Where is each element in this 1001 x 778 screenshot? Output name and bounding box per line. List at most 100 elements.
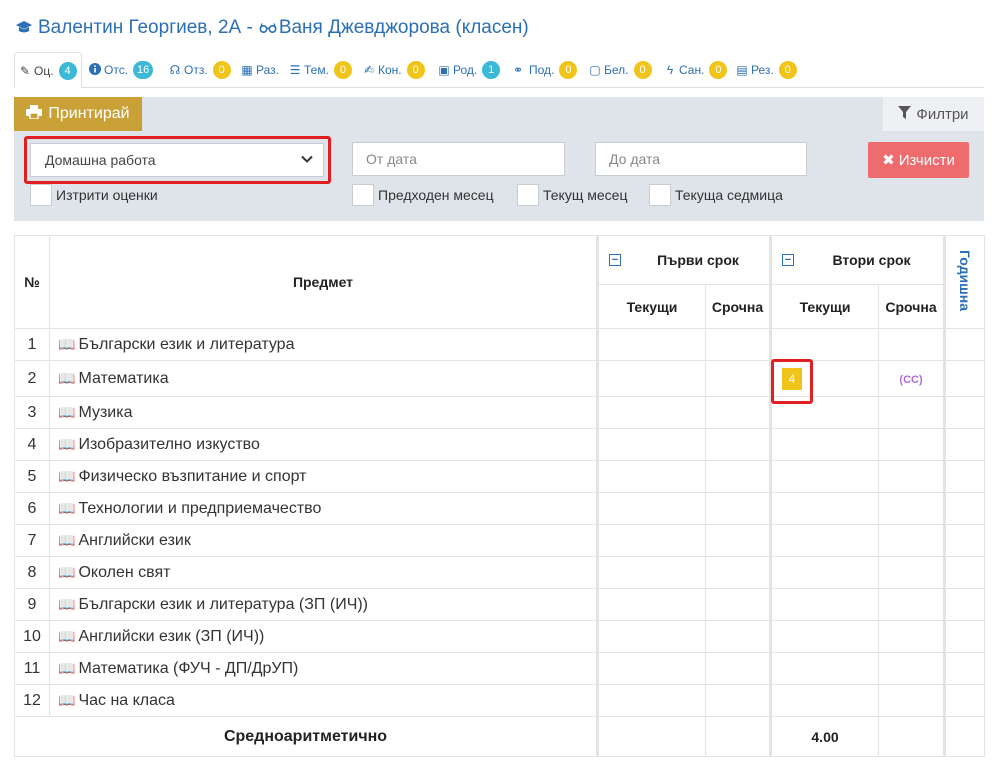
subject-name: Физическо възпитание и спорт: [78, 467, 307, 485]
table-row: 1 📖 Български език и литература: [14, 328, 986, 361]
tab-results[interactable]: ▤ Рез. 0: [736, 52, 797, 88]
term2-current-header: Текущи: [769, 284, 880, 329]
term1-final-header: Срочна: [704, 284, 772, 329]
subject-name: Български език и литература (ЗП (ИЧ)): [78, 595, 369, 613]
final-grade-status: (СС): [899, 373, 923, 386]
column-header-subject: Предмет: [49, 235, 598, 329]
checkbox[interactable]: [352, 184, 374, 206]
book-icon: 📖: [58, 369, 76, 386]
book-icon: 📖: [58, 435, 76, 452]
tab-badge: 0: [333, 61, 352, 79]
tab-badge: 0: [778, 61, 797, 79]
checkbox[interactable]: [517, 184, 539, 206]
term1-current-header: Текущи: [596, 284, 706, 329]
table-row: 7 📖 Английски език: [14, 524, 986, 557]
checkbox[interactable]: [30, 184, 52, 206]
tab-badge: 0: [559, 61, 578, 79]
grades-table: № Предмет − Първи срок − Втори срок Годи…: [14, 235, 986, 757]
subject-name: Изобразително изкуство: [78, 435, 260, 453]
edit-icon: ✍: [363, 63, 375, 77]
average-label: Средноаритметично: [14, 716, 598, 757]
subject-name: Английски език (ЗП (ИЧ)): [78, 627, 265, 645]
table-row: 2 📖 Математика 4 (СС): [14, 360, 986, 397]
tab-exams[interactable]: ✍ Кон. 0: [363, 52, 425, 88]
graduate-icon: [14, 18, 34, 38]
tab-badge: 0: [212, 61, 231, 79]
subject-name: Математика: [78, 369, 169, 387]
clear-button[interactable]: ✖ Изчисти: [868, 142, 969, 178]
deleted-grades-checkbox[interactable]: Изтрити оценки: [30, 184, 158, 206]
table-icon: ▦: [241, 63, 253, 77]
book-icon: 📖: [58, 595, 76, 612]
student-name: Валентин Георгиев, 2А -: [38, 17, 253, 38]
collapse-icon[interactable]: −: [609, 254, 621, 266]
tab-badge: 0: [633, 61, 652, 79]
tab-absences[interactable]: Отс. 16: [89, 52, 154, 88]
tab-bar: ✎ Оц. 4 Отс. 16 ☊ Отз. 0 ▦ Раз. ☰ Тем. 0…: [14, 52, 984, 89]
table-row: 11 📖 Математика (ФУЧ - ДП/ДрУП): [14, 652, 986, 685]
tab-notes[interactable]: ▢ Бел. 0: [589, 52, 652, 88]
filter-icon: [898, 105, 912, 123]
table-row: 8 📖 Околен свят: [14, 556, 986, 589]
average-row: Средноаритметично 4.00: [14, 716, 986, 757]
book-icon: 📖: [58, 335, 76, 352]
tab-schedule[interactable]: ▦ Раз.: [241, 52, 279, 88]
tab-parents[interactable]: ▣ Род. 1: [438, 52, 501, 88]
list-icon: ☰: [289, 63, 301, 77]
subject-name: Технологии и предприемачество: [78, 499, 322, 517]
table-row: 4 📖 Изобразително изкуство: [14, 428, 986, 461]
tab-sanctions[interactable]: ϟ Сан. 0: [664, 52, 728, 88]
filter-panel: Принтирай Филтри Домашна работа От дата …: [14, 97, 984, 221]
current-month-checkbox[interactable]: Текущ месец: [517, 184, 627, 206]
book-icon: 📖: [58, 563, 76, 580]
table-row: 6 📖 Технологии и предприемачество: [14, 492, 986, 525]
subject-name: Български език и литература: [78, 335, 295, 353]
term2-final-header: Срочна: [878, 284, 946, 329]
book-icon: 📖: [58, 691, 76, 708]
tab-topics[interactable]: ☰ Тем. 0: [289, 52, 352, 88]
current-week-checkbox[interactable]: Текуща седмица: [649, 184, 783, 206]
collapse-icon[interactable]: −: [782, 254, 795, 266]
book-icon: 📖: [58, 659, 76, 676]
table-row: 9 📖 Български език и литература (ЗП (ИЧ)): [14, 588, 986, 621]
term2-header: − Втори срок: [769, 235, 946, 285]
book-icon: 📖: [58, 499, 76, 516]
class-teacher[interactable]: Ваня Джевджорова (класен): [279, 17, 529, 39]
info-icon: [89, 62, 101, 78]
tab-badge: 0: [406, 61, 425, 79]
filters-toggle[interactable]: Филтри: [883, 97, 984, 131]
highlight-frame: [771, 359, 813, 404]
subject-name: Час на класа: [78, 691, 175, 709]
to-date-input[interactable]: До дата: [595, 142, 807, 176]
column-header-number: №: [14, 235, 50, 329]
from-date-input[interactable]: От дата: [352, 142, 565, 176]
table-row: 3 📖 Музика: [14, 396, 986, 429]
print-button[interactable]: Принтирай: [14, 97, 142, 131]
tab-badge: 1: [482, 61, 501, 79]
annual-header[interactable]: Годишна: [943, 235, 986, 329]
tab-badge: 0: [709, 61, 728, 79]
pencil-icon: ✎: [19, 63, 31, 78]
book-icon: 📖: [58, 467, 76, 484]
handshake-icon: ⚭: [512, 63, 524, 77]
tab-feedback[interactable]: ☊ Отз. 0: [169, 52, 231, 88]
tab-grades[interactable]: ✎ Оц. 4: [14, 52, 82, 89]
table-row: 12 📖 Час на класа: [14, 684, 986, 717]
calendar-icon: ▣: [438, 63, 450, 77]
table-row: 10 📖 Английски език (ЗП (ИЧ)): [14, 620, 986, 653]
tab-badge: 4: [58, 61, 77, 80]
previous-month-checkbox[interactable]: Предходен месец: [352, 184, 494, 206]
printer-icon: [26, 104, 43, 124]
note-icon: ▢: [589, 63, 601, 77]
table-row: 5 📖 Физическо възпитание и спорт: [14, 460, 986, 493]
close-icon: ✖: [882, 152, 895, 169]
tab-support[interactable]: ⚭ Под. 0: [510, 52, 578, 88]
book-icon: 📖: [58, 403, 76, 420]
subject-name: Математика (ФУЧ - ДП/ДрУП): [78, 659, 299, 677]
subject-name: Околен свят: [78, 563, 171, 581]
checkbox[interactable]: [649, 184, 671, 206]
document-icon: ▤: [736, 63, 748, 77]
bolt-icon: ϟ: [666, 63, 674, 77]
subject-name: Английски език: [78, 531, 191, 549]
page-title: Валентин Георгиев, 2А - Ваня Джевджорова…: [14, 16, 529, 40]
